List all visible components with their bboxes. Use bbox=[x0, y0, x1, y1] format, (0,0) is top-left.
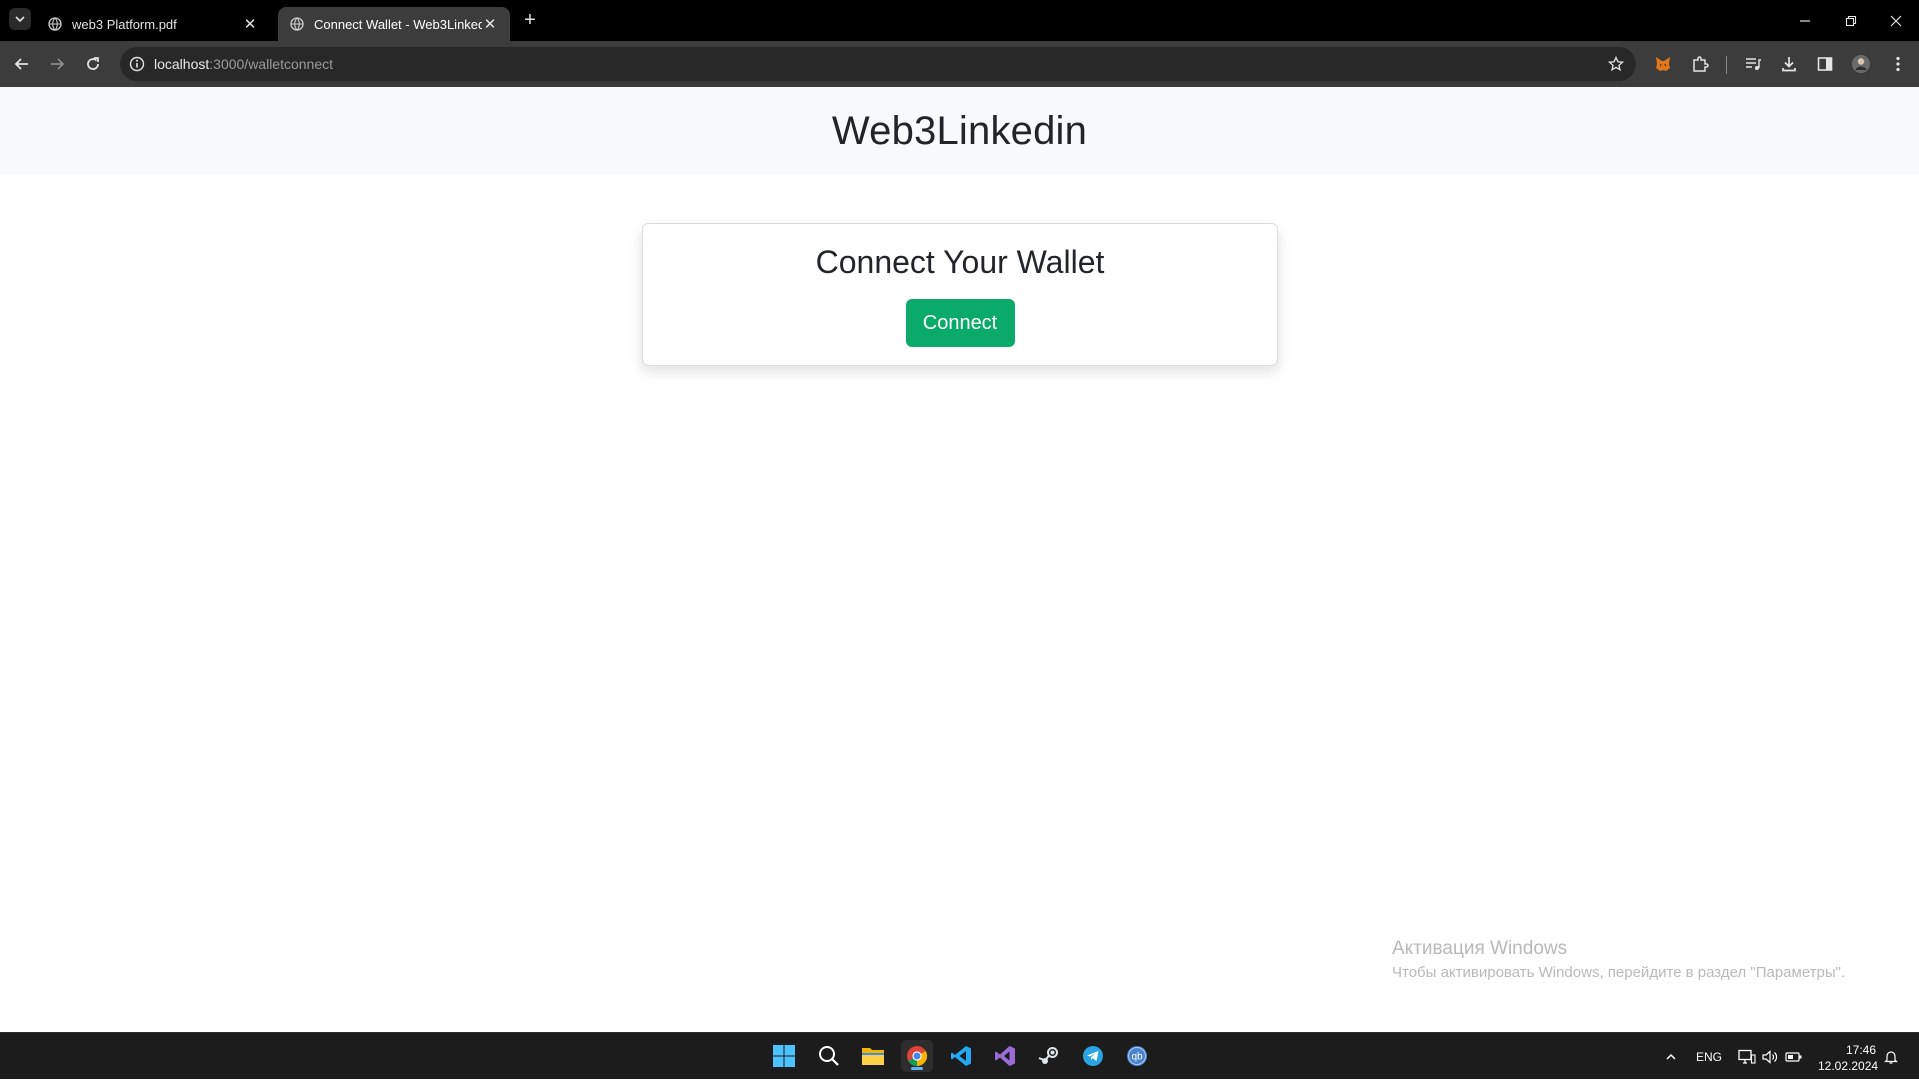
clock-time: 17:46 bbox=[1845, 1043, 1876, 1057]
back-button[interactable] bbox=[8, 50, 36, 78]
file-explorer-icon[interactable] bbox=[857, 1040, 889, 1072]
menu-dots-icon[interactable] bbox=[1887, 53, 1909, 75]
close-window-button[interactable] bbox=[1873, 0, 1919, 41]
profile-avatar-icon[interactable] bbox=[1850, 53, 1872, 75]
tab-title: web3 Platform.pdf bbox=[72, 16, 177, 32]
card-title: Connect Your Wallet bbox=[815, 244, 1105, 280]
browser-tabstrip: web3 Platform.pdf ✕ Connect Wallet - Web… bbox=[0, 0, 1919, 41]
tab-search-button[interactable] bbox=[9, 8, 31, 30]
new-tab-button[interactable]: + bbox=[519, 9, 541, 31]
minimize-button[interactable] bbox=[1782, 0, 1828, 41]
restore-button[interactable] bbox=[1828, 0, 1874, 41]
browser-toolbar: localhost:3000/walletconnect bbox=[0, 41, 1919, 87]
windows-activation-watermark: Активация Windows Чтобы активировать Win… bbox=[1392, 938, 1845, 981]
extensions-icon[interactable] bbox=[1689, 53, 1711, 75]
url-path: :3000/walletconnect bbox=[209, 56, 334, 72]
site-title: Web3Linkedin bbox=[831, 108, 1088, 153]
svg-text:qb: qb bbox=[1131, 1052, 1143, 1063]
connect-button[interactable]: Connect bbox=[905, 299, 1015, 347]
side-panel-icon[interactable] bbox=[1814, 53, 1836, 75]
language-indicator[interactable]: ENG bbox=[1696, 1033, 1722, 1080]
telegram-icon[interactable] bbox=[1077, 1040, 1109, 1072]
close-icon bbox=[1890, 15, 1902, 26]
forward-button[interactable] bbox=[43, 50, 71, 78]
visual-studio-icon[interactable] bbox=[989, 1040, 1021, 1072]
chevron-down-icon bbox=[15, 16, 25, 23]
activation-title: Активация Windows bbox=[1392, 938, 1568, 959]
activation-subtitle: Чтобы активировать Windows, перейдите в … bbox=[1392, 964, 1846, 981]
media-controls-icon[interactable] bbox=[1742, 53, 1764, 75]
arrow-left-icon bbox=[14, 58, 28, 70]
steam-icon[interactable] bbox=[1033, 1040, 1065, 1072]
tray-overflow-chevron-icon[interactable] bbox=[1660, 1033, 1682, 1080]
close-icon[interactable]: ✕ bbox=[242, 16, 258, 33]
chrome-icon[interactable] bbox=[901, 1040, 933, 1072]
reload-button[interactable] bbox=[79, 50, 107, 78]
close-icon[interactable]: ✕ bbox=[482, 16, 498, 33]
page-content: Web3Linkedin Connect Your Wallet Connect… bbox=[0, 87, 1919, 1032]
connect-wallet-card: Connect Your Wallet Connect bbox=[642, 223, 1278, 366]
clock-date: 12.02.2024 bbox=[1818, 1059, 1879, 1073]
battery-icon[interactable] bbox=[1785, 1033, 1803, 1080]
site-info-icon[interactable] bbox=[120, 47, 154, 81]
windows-taskbar: qb ENG 17:46 12.02.2024 bbox=[0, 1032, 1919, 1079]
arrow-right-icon bbox=[51, 58, 65, 70]
search-icon[interactable] bbox=[813, 1040, 845, 1072]
qbittorrent-icon[interactable]: qb bbox=[1121, 1040, 1153, 1072]
toolbar-divider bbox=[1726, 56, 1727, 74]
start-icon[interactable] bbox=[768, 1040, 800, 1072]
url-host: localhost bbox=[154, 56, 210, 72]
metamask-icon[interactable] bbox=[1652, 53, 1674, 75]
vscode-icon[interactable] bbox=[945, 1040, 977, 1072]
tab-connect-wallet[interactable]: Connect Wallet - Web3Linkedin ✕ bbox=[278, 7, 510, 41]
system-clock[interactable]: 17:46 12.02.2024 bbox=[1818, 1042, 1879, 1074]
globe-icon bbox=[48, 17, 62, 31]
download-icon[interactable] bbox=[1778, 53, 1800, 75]
minimize-icon bbox=[1800, 19, 1810, 22]
restore-icon bbox=[1845, 15, 1857, 26]
bookmark-star-icon[interactable] bbox=[1606, 54, 1626, 74]
network-icon[interactable] bbox=[1738, 1033, 1756, 1080]
tab-web3-platform[interactable]: web3 Platform.pdf ✕ bbox=[36, 7, 270, 41]
active-app-indicator bbox=[911, 1067, 923, 1070]
url-text[interactable]: localhost:3000/walletconnect bbox=[154, 56, 333, 72]
address-bar[interactable]: localhost:3000/walletconnect bbox=[120, 47, 1636, 81]
volume-icon[interactable] bbox=[1761, 1033, 1779, 1080]
site-header: Web3Linkedin bbox=[0, 87, 1919, 175]
tab-title: Connect Wallet - Web3Linkedin bbox=[314, 16, 482, 32]
globe-icon bbox=[290, 17, 304, 31]
notifications-bell-icon[interactable] bbox=[1883, 1033, 1899, 1080]
reload-icon bbox=[87, 57, 99, 70]
